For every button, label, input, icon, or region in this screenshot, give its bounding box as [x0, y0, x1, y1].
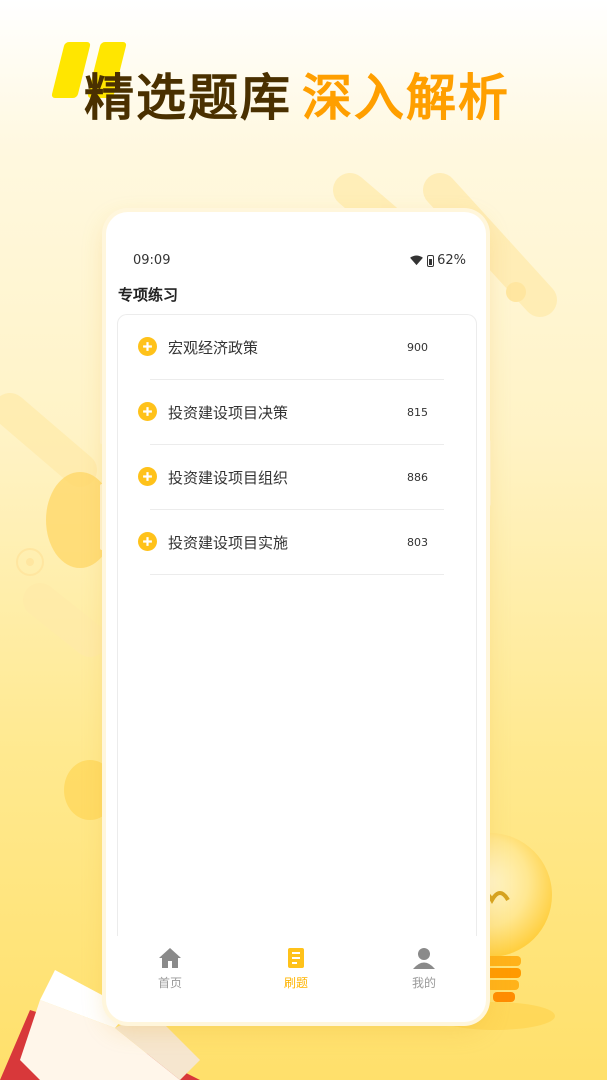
item-label: 投资建设项目组织: [168, 469, 289, 487]
status-time: 09:09: [133, 253, 171, 268]
item-label: 投资建设项目实施: [168, 534, 289, 552]
item-count: 886: [407, 471, 428, 484]
item-label: 宏观经济政策: [168, 339, 259, 357]
tab-home[interactable]: 首页: [130, 946, 210, 991]
bottom-tab-bar: 首页 刷题 我的: [106, 936, 486, 992]
tab-practice-label: 刷题: [283, 976, 308, 990]
item-count: 815: [407, 406, 428, 419]
tab-profile[interactable]: 我的: [384, 946, 464, 991]
expand-plus-icon[interactable]: [138, 337, 157, 356]
headline-part2: 深入解析: [302, 69, 510, 127]
expand-plus-icon[interactable]: [138, 402, 157, 421]
expand-plus-icon[interactable]: [138, 467, 157, 486]
item-count: 803: [407, 536, 428, 549]
phone-screen: 09:09 62% 专项练习 宏观经济政策 900 投资建设项目决策 815 投…: [106, 212, 486, 1022]
wifi-icon: [410, 255, 424, 266]
practice-list: 宏观经济政策 900 投资建设项目决策 815 投资建设项目组织 886 投资建…: [117, 314, 477, 936]
status-indicators: 62%: [409, 253, 466, 268]
tab-practice[interactable]: 刷题: [256, 946, 336, 991]
headline-part1: 精选题库: [84, 69, 292, 127]
expand-plus-icon[interactable]: [138, 532, 157, 551]
battery-level: 62%: [437, 253, 466, 268]
list-item[interactable]: 投资建设项目实施 803: [118, 510, 476, 575]
practice-icon: [288, 948, 304, 968]
list-item[interactable]: 投资建设项目决策 815: [118, 380, 476, 445]
list-item[interactable]: 宏观经济政策 900: [118, 315, 476, 380]
profile-icon: [413, 948, 435, 969]
item-label: 投资建设项目决策: [168, 404, 289, 422]
headline: 精选题库 深入解析: [84, 58, 510, 130]
list-item[interactable]: 投资建设项目组织 886: [118, 445, 476, 510]
battery-icon: [427, 254, 435, 267]
page-title: 专项练习: [118, 286, 179, 304]
divider: [150, 574, 444, 575]
item-count: 900: [407, 341, 428, 354]
tab-home-label: 首页: [157, 976, 182, 990]
tab-profile-label: 我的: [411, 976, 436, 990]
home-icon: [159, 948, 181, 968]
status-bar: 09:09 62%: [106, 252, 486, 272]
